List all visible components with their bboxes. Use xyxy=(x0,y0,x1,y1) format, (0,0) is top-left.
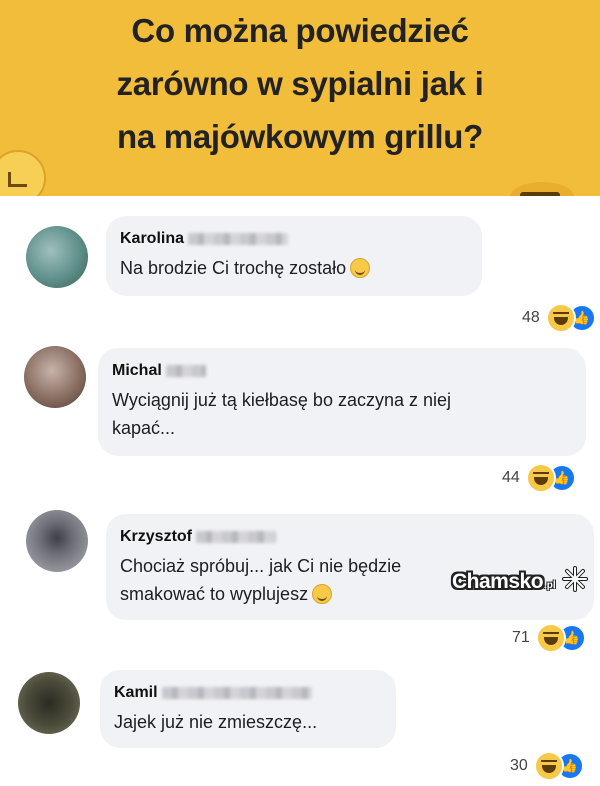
avatar[interactable] xyxy=(26,226,88,288)
reaction-summary[interactable]: 30 👍 xyxy=(510,751,584,781)
reaction-summary[interactable]: 48 👍 xyxy=(522,303,596,333)
wink-emoji-icon xyxy=(312,584,333,604)
watermark-suffix: .pl xyxy=(544,580,556,591)
haha-reaction-icon xyxy=(545,303,576,333)
blurred-surname xyxy=(165,365,206,377)
blurred-surname xyxy=(188,233,289,245)
reaction-count: 44 xyxy=(502,469,520,486)
haha-reaction-icon xyxy=(533,751,564,781)
crosshair-logo-icon xyxy=(561,566,588,592)
avatar[interactable] xyxy=(24,346,86,408)
comment-author[interactable]: Krzysztof xyxy=(120,528,192,546)
watermark: Chamsko .pl xyxy=(452,566,588,594)
reaction-count: 48 xyxy=(522,309,540,326)
banner-title-line: na majówkowym grillu? xyxy=(117,118,483,155)
comment-text: Na brodzie Ci trochę zostało xyxy=(120,254,466,282)
watermark-text: Chamsko xyxy=(452,570,544,593)
blurred-surname xyxy=(196,531,277,543)
reaction-summary[interactable]: 44 👍 xyxy=(502,463,576,493)
comment-bubble: Karolina Na brodzie Ci trochę zostało xyxy=(106,216,482,296)
comment-author[interactable]: Karolina xyxy=(120,230,184,248)
reaction-count: 71 xyxy=(512,629,530,646)
comment-text: Jajek już nie zmieszczę... xyxy=(114,712,318,732)
banner-title-line: zarówno w sypialni jak i xyxy=(116,65,484,102)
banner: Co można powiedzieć zarówno w sypialni j… xyxy=(0,0,600,196)
banner-title: Co można powiedzieć zarówno w sypialni j… xyxy=(40,4,560,163)
reaction-count: 30 xyxy=(510,757,528,774)
avatar[interactable] xyxy=(26,510,88,572)
comment-text: Wyciągnij już tą kiełbasę bo zaczyna z n… xyxy=(112,390,452,438)
comment-author[interactable]: Kamil xyxy=(114,684,158,702)
reaction-summary[interactable]: 71 👍 xyxy=(512,623,586,653)
avatar[interactable] xyxy=(18,672,80,734)
smile-emoji-icon xyxy=(350,258,371,278)
comment-author[interactable]: Michal xyxy=(112,362,162,380)
blurred-surname xyxy=(161,687,312,699)
comment-bubble: Michal Wyciągnij już tą kiełbasę bo zacz… xyxy=(98,348,586,456)
comment-bubble: Kamil Jajek już nie zmieszczę... xyxy=(100,670,396,748)
haha-reaction-icon xyxy=(525,463,556,493)
laughing-emoji-icon xyxy=(510,182,574,196)
banner-title-line: Co można powiedzieć xyxy=(131,12,469,49)
haha-reaction-icon xyxy=(535,623,566,653)
